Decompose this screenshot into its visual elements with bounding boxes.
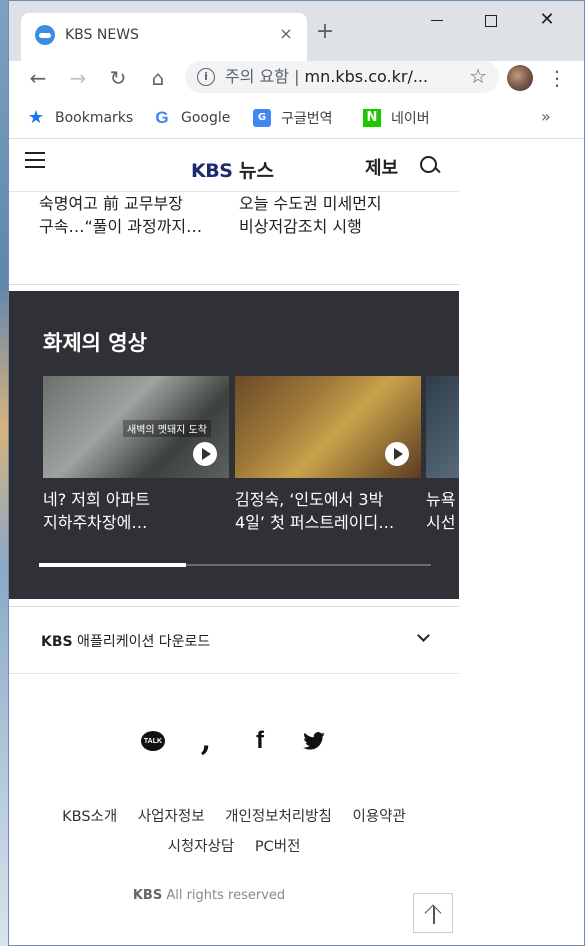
news-headline-line: 숙명여고 前 교무부장 <box>39 194 183 213</box>
bookmarks-bar: ★ Bookmarks G Google G 구글번역 N 네이버 » <box>9 97 584 139</box>
divider <box>9 284 459 285</box>
video-thumbnail[interactable] <box>235 376 421 478</box>
forward-arrow-icon[interactable]: → <box>63 63 93 93</box>
translate-icon: G <box>253 109 271 127</box>
footer-row: KBS소개 사업자정보 개인정보처리방침 이용약관 <box>9 802 459 832</box>
copyright-brand: KBS <box>132 888 163 903</box>
bookmark-bookmarks[interactable]: ★ Bookmarks <box>27 107 133 129</box>
footer-link[interactable]: KBS소개 <box>62 809 117 825</box>
logo-kbs: KBS <box>191 160 233 182</box>
tab-close-icon[interactable]: × <box>275 23 297 45</box>
kakaostory-icon[interactable]: , <box>193 726 219 756</box>
play-icon[interactable] <box>193 442 217 466</box>
bookmark-label: Google <box>181 110 231 126</box>
twitter-icon[interactable] <box>301 728 327 754</box>
window-close-button[interactable]: ✕ <box>527 7 567 33</box>
footer-link[interactable]: 사업자정보 <box>138 809 205 825</box>
video-thumbnail[interactable]: 새벽의 멧돼지 도착 <box>43 376 229 478</box>
play-icon[interactable] <box>385 442 409 466</box>
reload-icon[interactable]: ↻ <box>103 63 133 93</box>
naver-icon: N <box>363 109 381 127</box>
copyright-text: All rights reserved <box>162 888 286 903</box>
video-title-line: 뉴욕 <box>426 490 456 509</box>
title-bar: KBS NEWS × + ✕ <box>9 1 584 61</box>
news-headline-line: 오늘 수도권 미세먼지 <box>239 194 382 213</box>
video-title-line: 네? 저희 아파트 <box>43 490 150 509</box>
web-page: KBS 뉴스 제보 숙명여고 前 교무부장 구속…“풀이 과정까지… 오늘 수도… <box>9 140 459 937</box>
footer-links: KBS소개 사업자정보 개인정보처리방침 이용약관 시청자상담 PC버전 <box>9 802 459 862</box>
news-item[interactable]: 오늘 수도권 미세먼지 비상저감조치 시행 <box>239 192 429 238</box>
bookmark-naver[interactable]: N 네이버 <box>363 107 430 129</box>
footer-link[interactable]: 이용약관 <box>352 809 405 825</box>
chevron-down-icon[interactable] <box>417 631 429 643</box>
video-card[interactable]: 뉴욕 시선 <box>426 376 459 534</box>
address-bar[interactable]: i 주의 요함 | mn.kbs.co.kr/... ☆ <box>185 61 499 93</box>
carousel-progress-fill <box>39 563 186 567</box>
facebook-icon[interactable]: f <box>247 727 273 754</box>
address-text: 주의 요함 | mn.kbs.co.kr/... <box>225 67 428 87</box>
profile-avatar[interactable] <box>507 65 533 91</box>
page-blank-area <box>459 140 584 937</box>
star-icon: ★ <box>27 107 45 128</box>
bookmark-google[interactable]: G Google <box>153 107 230 129</box>
video-card[interactable]: 김정숙, ‘인도에서 3박 4일’ 첫 퍼스트레이디… <box>235 376 421 534</box>
footer-link[interactable]: PC버전 <box>255 839 301 855</box>
back-arrow-icon[interactable]: ← <box>23 63 53 93</box>
news-headline-line: 비상저감조치 시행 <box>239 217 362 236</box>
browser-toolbar: ← → ↻ ⌂ i 주의 요함 | mn.kbs.co.kr/... ☆ ⋮ <box>9 61 584 97</box>
url-text: mn.kbs.co.kr/... <box>304 67 429 86</box>
address-separator: | <box>294 67 305 86</box>
copyright: KBS All rights reserved <box>9 888 409 903</box>
security-warning: 주의 요함 <box>225 67 289 86</box>
home-icon[interactable]: ⌂ <box>143 63 173 93</box>
search-icon[interactable] <box>420 156 440 176</box>
maximize-button[interactable] <box>471 7 511 33</box>
social-links: TALK , f <box>141 726 331 756</box>
bookmark-label: 구글번역 <box>281 111 333 127</box>
report-button[interactable]: 제보 <box>365 154 398 180</box>
site-header: KBS 뉴스 제보 <box>9 140 459 192</box>
google-icon: G <box>155 108 169 127</box>
video-title-line: 지하주차장에… <box>43 513 148 532</box>
tab-kbs-news[interactable]: KBS NEWS × <box>21 13 307 61</box>
video-title-line: 시선 <box>426 513 456 532</box>
tab-title: KBS NEWS <box>65 27 139 43</box>
carousel-progress[interactable] <box>39 563 431 567</box>
footer-row: 시청자상담 PC버전 <box>9 832 459 862</box>
video-thumbnail[interactable] <box>426 376 459 478</box>
kbs-favicon-icon <box>35 25 55 45</box>
app-download-text: 애플리케이션 다운로드 <box>72 634 211 650</box>
scroll-to-top-button[interactable] <box>413 893 453 933</box>
bookmark-label: 네이버 <box>391 111 430 127</box>
thumbnail-caption: 새벽의 멧돼지 도착 <box>123 420 211 437</box>
footer-link[interactable]: 시청자상담 <box>168 839 235 855</box>
kbs-news-logo[interactable]: KBS 뉴스 <box>191 156 274 183</box>
news-headline-line: 구속…“풀이 과정까지… <box>39 217 203 236</box>
trending-videos-section: 화제의 영상 새벽의 멧돼지 도착 네? 저희 아파트 지하주차장에… 김정숙,… <box>9 291 459 599</box>
browser-window: KBS NEWS × + ✕ ← → ↻ ⌂ i 주의 요함 | mn.kbs.… <box>8 0 585 946</box>
logo-news: 뉴스 <box>239 160 274 182</box>
video-title-line: 김정숙, ‘인도에서 3박 <box>235 490 384 509</box>
section-title: 화제의 영상 <box>43 331 147 355</box>
footer-link[interactable]: 개인정보처리방침 <box>225 809 332 825</box>
menu-dots-icon[interactable]: ⋮ <box>545 63 569 93</box>
bookmark-translate[interactable]: G 구글번역 <box>253 107 333 129</box>
more-bookmarks-icon[interactable]: » <box>541 107 551 126</box>
bookmark-label: Bookmarks <box>55 110 134 126</box>
video-title-line: 4일’ 첫 퍼스트레이디… <box>235 513 395 532</box>
minimize-button[interactable] <box>417 7 457 33</box>
new-tab-button[interactable]: + <box>313 21 337 45</box>
video-card[interactable]: 새벽의 멧돼지 도착 네? 저희 아파트 지하주차장에… <box>43 376 229 534</box>
app-brand: KBS <box>41 634 73 650</box>
info-icon[interactable]: i <box>197 68 215 86</box>
bookmark-star-icon[interactable]: ☆ <box>469 65 487 87</box>
kakaotalk-icon[interactable]: TALK <box>141 731 165 751</box>
news-item[interactable]: 숙명여고 前 교무부장 구속…“풀이 과정까지… <box>39 192 229 238</box>
hamburger-menu-icon[interactable] <box>25 152 45 172</box>
app-download-row[interactable]: KBS 애플리케이션 다운로드 <box>9 607 459 674</box>
app-download-label: KBS 애플리케이션 다운로드 <box>41 631 210 651</box>
